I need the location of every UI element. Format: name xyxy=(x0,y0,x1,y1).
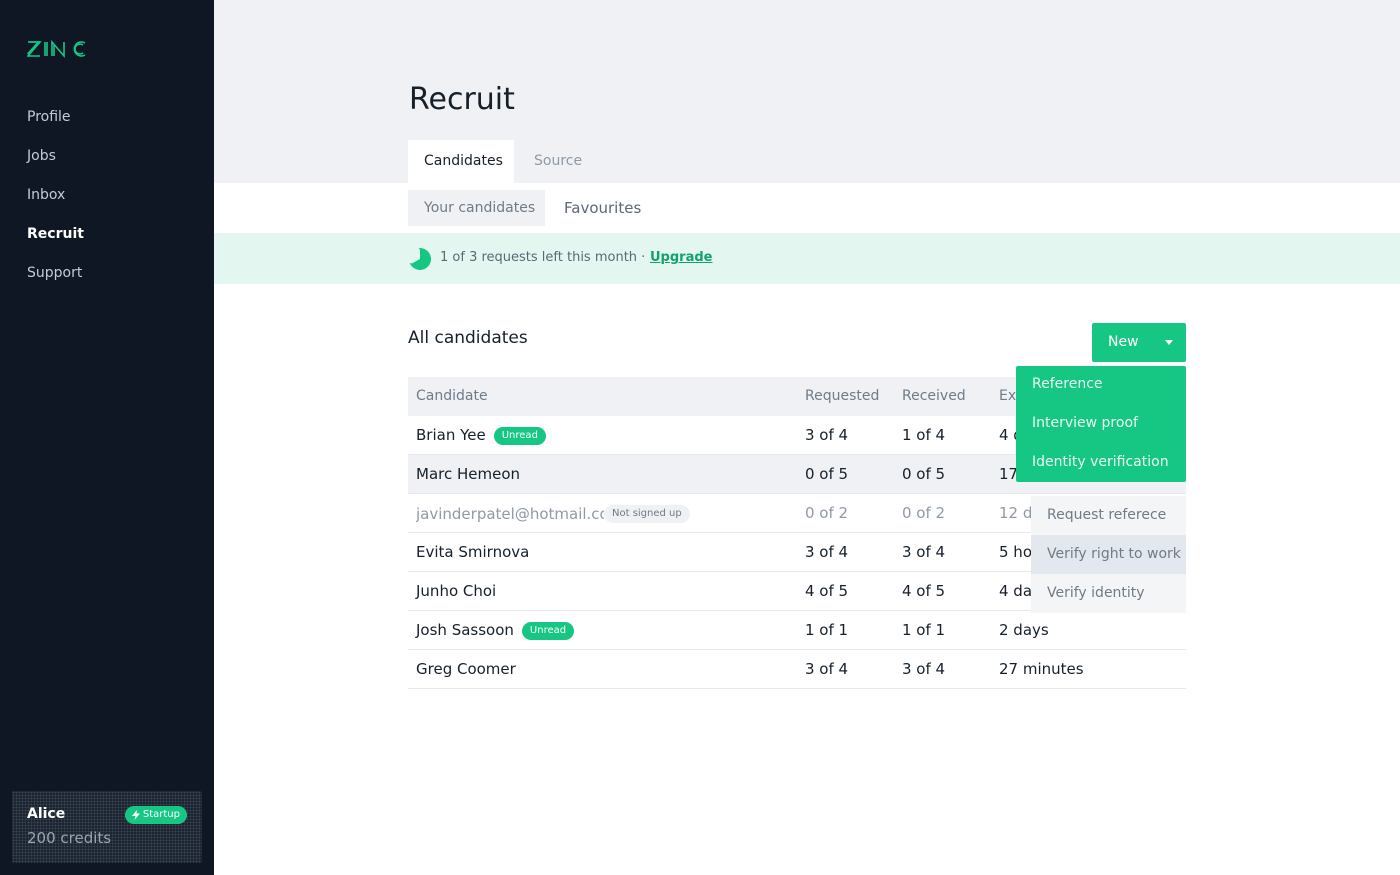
usage-pie-icon xyxy=(408,247,431,270)
received-cell: 0 of 2 xyxy=(902,504,946,522)
chevron-down-icon xyxy=(1165,340,1173,345)
received-cell: 3 of 4 xyxy=(902,543,946,561)
received-cell: 1 of 1 xyxy=(902,621,946,639)
candidate-cell: Brian Yee Unread xyxy=(416,416,546,454)
new-dropdown-menu: Reference Interview proof Identity verif… xyxy=(1016,366,1186,482)
requested-cell: 3 of 4 xyxy=(805,543,849,561)
requested-cell: 1 of 1 xyxy=(805,621,849,639)
not-signed-up-badge: Not signed up xyxy=(604,504,690,523)
expires-cell: 2 days xyxy=(999,621,1049,639)
row-action-menu: Request referece Verify right to work Ve… xyxy=(1031,496,1186,613)
menu-item-interview-proof[interactable]: Interview proof xyxy=(1032,415,1138,431)
expires-cell: 12 d xyxy=(999,504,1033,522)
page-header xyxy=(214,0,1400,183)
new-button-label: New xyxy=(1108,334,1139,350)
received-cell: 0 of 5 xyxy=(902,465,946,483)
table-row[interactable]: Greg Coomer 3 of 4 3 of 4 27 minutes xyxy=(408,650,1186,689)
column-header-expires[interactable]: Ex xyxy=(999,377,1016,416)
menu-item-identity-verification[interactable]: Identity verification xyxy=(1032,454,1169,470)
tab-source[interactable]: Source xyxy=(518,140,598,183)
sidebar-item-recruit[interactable]: Recruit xyxy=(27,226,84,242)
page-title: Recruit xyxy=(409,82,515,117)
menu-item-request-reference[interactable]: Request referece xyxy=(1031,496,1186,535)
tab-candidates[interactable]: Candidates xyxy=(408,140,514,183)
subtab-favourites[interactable]: Favourites xyxy=(564,190,641,226)
requested-cell: 0 of 2 xyxy=(805,504,849,522)
subtab-your-candidates[interactable]: Your candidates xyxy=(408,190,545,226)
sidebar: Profile Jobs Inbox Recruit Support Alice… xyxy=(0,0,214,875)
received-cell: 1 of 4 xyxy=(902,426,946,444)
column-header-candidate[interactable]: Candidate xyxy=(416,377,488,416)
menu-item-verify-identity[interactable]: Verify identity xyxy=(1031,574,1186,613)
requested-cell: 0 of 5 xyxy=(805,465,849,483)
candidate-name[interactable]: Greg Coomer xyxy=(416,650,516,688)
table-row[interactable]: Josh Sassoon Unread 1 of 1 1 of 1 2 days xyxy=(408,611,1186,650)
sidebar-item-support[interactable]: Support xyxy=(27,265,82,281)
column-header-requested[interactable]: Requested xyxy=(805,377,879,416)
account-name: Alice xyxy=(27,806,66,822)
menu-item-reference[interactable]: Reference xyxy=(1032,376,1103,392)
requested-cell: 3 of 4 xyxy=(805,660,849,678)
plan-label: Startup xyxy=(142,809,180,820)
candidate-cell: Josh Sassoon Unread xyxy=(416,611,575,649)
account-credits: 200 credits xyxy=(27,829,112,847)
account-card[interactable]: Alice 200 credits Startup xyxy=(12,791,202,863)
candidate-name[interactable]: Marc Hemeon xyxy=(416,455,520,493)
expires-cell: 27 minutes xyxy=(999,660,1084,678)
candidate-name[interactable]: Josh Sassoon xyxy=(416,621,514,639)
candidate-name[interactable]: Brian Yee xyxy=(416,426,486,444)
sidebar-item-inbox[interactable]: Inbox xyxy=(27,187,65,203)
lightning-icon xyxy=(131,810,140,820)
requested-cell: 3 of 4 xyxy=(805,426,849,444)
unread-badge: Unread xyxy=(521,621,575,640)
zinc-logo[interactable] xyxy=(27,36,93,62)
expires-cell: 4 da xyxy=(999,582,1033,600)
sidebar-item-profile[interactable]: Profile xyxy=(27,109,71,125)
new-dropdown-toggle[interactable] xyxy=(1156,323,1186,362)
sidebar-item-jobs[interactable]: Jobs xyxy=(27,148,56,164)
expires-cell: 5 ho xyxy=(999,543,1032,561)
column-header-received[interactable]: Received xyxy=(902,377,966,416)
section-title: All candidates xyxy=(408,328,528,348)
new-button[interactable]: New xyxy=(1092,323,1186,362)
candidate-name[interactable]: Evita Smirnova xyxy=(416,533,529,571)
requested-cell: 4 of 5 xyxy=(805,582,849,600)
received-cell: 4 of 5 xyxy=(902,582,946,600)
candidate-email[interactable]: javinderpatel@hotmail.com xyxy=(416,495,604,533)
upgrade-link[interactable]: Upgrade xyxy=(650,250,712,265)
received-cell: 3 of 4 xyxy=(902,660,946,678)
plan-badge: Startup xyxy=(124,806,187,824)
requests-remaining-text: 1 of 3 requests left this month · xyxy=(440,250,646,265)
unread-badge: Unread xyxy=(493,426,546,445)
candidate-cell: javinderpatel@hotmail.comNot signed up xyxy=(416,494,690,533)
menu-item-verify-right-to-work[interactable]: Verify right to work xyxy=(1031,535,1186,574)
candidate-name[interactable]: Junho Choi xyxy=(416,572,496,610)
requests-banner xyxy=(214,233,1400,284)
